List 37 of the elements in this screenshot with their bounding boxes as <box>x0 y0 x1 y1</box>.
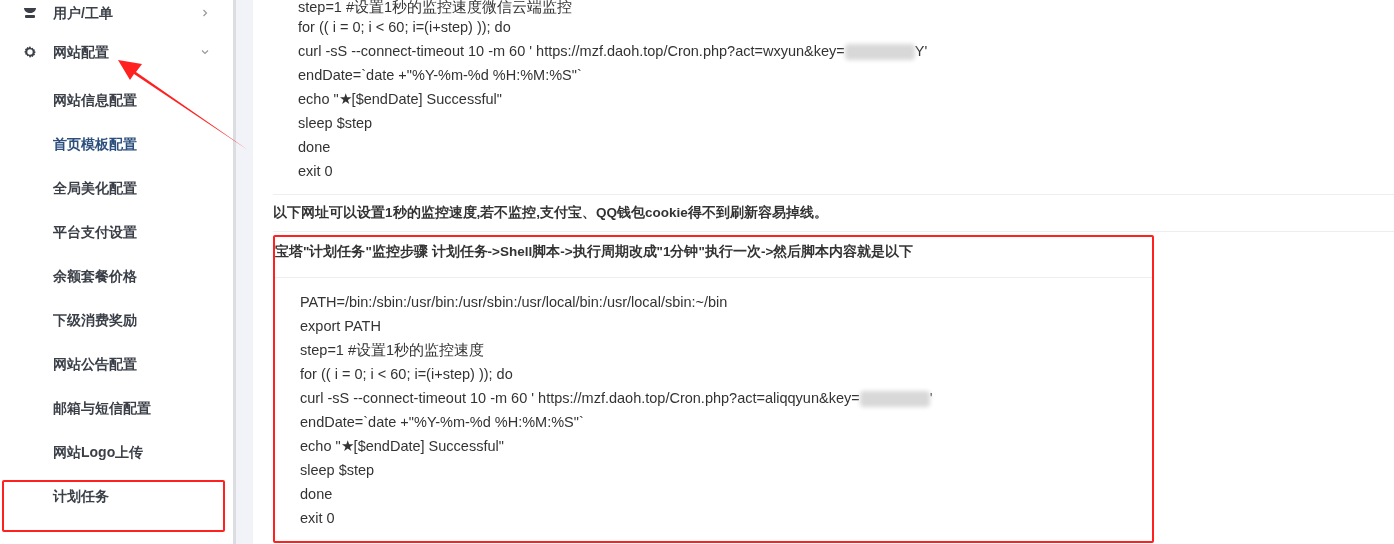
section-heading: 宝塔"计划任务"监控步骤 计划任务->Shell脚本->执行周期改成"1分钟"执行一次->然后脚本内容就是以下 <box>275 237 1152 278</box>
code-line: done <box>298 138 331 158</box>
sidebar-submenu-item[interactable]: 下级消费奖励 <box>0 298 233 342</box>
settings-icon <box>22 44 38 60</box>
sidebar-submenu-item[interactable]: 邮箱与短信配置 <box>0 386 233 430</box>
sidebar-menu-item[interactable]: 网站配置 <box>0 26 233 78</box>
sidebar-submenu-item[interactable]: 余额套餐价格 <box>0 254 233 298</box>
sidebar-submenu-item[interactable]: 网站公告配置 <box>0 342 233 386</box>
code-line: sleep $step <box>298 114 373 134</box>
sidebar-submenu-item[interactable]: 首页模板配置 <box>0 122 233 166</box>
code-line: exit 0 <box>300 508 335 528</box>
sidebar-submenu-item[interactable]: 计划任务 <box>0 474 233 518</box>
sidebar-submenu-item[interactable]: 全局美化配置 <box>0 166 233 210</box>
code-line: Y' <box>914 42 928 62</box>
code-line: PATH=/bin:/sbin:/usr/bin:/usr/sbin:/usr/local/bin:/usr/local/sbin:~/bin <box>300 292 728 312</box>
sidebar-menu-item[interactable]: 用户/工单 <box>0 0 233 26</box>
code-line: export PATH <box>300 316 381 336</box>
sidebar-submenu-item[interactable]: 网站信息配置 <box>0 78 233 122</box>
code-line: echo "★[$endDate] Successful" <box>298 90 502 110</box>
code-line: step=1 #设置1秒的监控速度 <box>300 340 485 360</box>
code-line: exit 0 <box>298 162 333 182</box>
sidebar-submenu-item[interactable]: 网站Logo上传 <box>0 430 233 474</box>
code-line: for (( i = 0; i < 60; i=(i+step) )); do <box>298 18 511 38</box>
code-line: for (( i = 0; i < 60; i=(i+step) )); do <box>300 364 513 384</box>
code-line: curl -sS --connect-timeout 10 -m 60 ' https://mzf.daoh.top/Cron.php?act=wxyun&key= <box>298 42 845 62</box>
code-line: echo "★[$endDate] Successful" <box>300 436 504 456</box>
code-line: sleep $step <box>300 460 375 480</box>
code-line: endDate=`date +"%Y-%m-%d %H:%M:%S"` <box>298 66 582 86</box>
note-text: 以下网址可以设置1秒的监控速度,若不监控,支付宝、QQ钱包cookie得不到刷新容易掉线。 <box>273 195 1394 233</box>
code-line: done <box>300 484 333 504</box>
code-line: step=1 #设置1秒的监控速度微信云端监控 <box>298 0 573 18</box>
code-line: curl -sS --connect-timeout 10 -m 60 ' https://mzf.daoh.top/Cron.php?act=aliqqyun&key= <box>300 388 860 408</box>
chevron-icon <box>201 9 209 17</box>
chevron-icon <box>201 48 209 56</box>
code-line: ' <box>929 388 933 408</box>
sidebar-submenu-item[interactable]: 平台支付设置 <box>0 210 233 254</box>
code-line: endDate=`date +"%Y-%m-%d %H:%M:%S"` <box>300 412 584 432</box>
